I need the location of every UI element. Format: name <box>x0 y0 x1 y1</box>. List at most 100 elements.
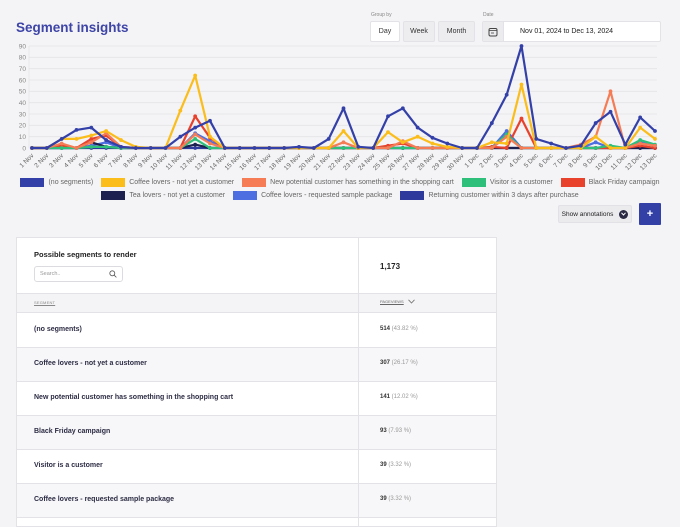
data-point[interactable] <box>445 141 450 146</box>
sort-chevron-icon[interactable] <box>407 299 415 304</box>
data-point[interactable] <box>163 146 168 150</box>
data-point[interactable] <box>178 134 183 139</box>
data-point[interactable] <box>89 140 94 145</box>
table-row[interactable]: Coffee lovers - requested sample package… <box>17 484 496 518</box>
data-point[interactable] <box>638 125 643 130</box>
column-pageviews[interactable]: PAGEVIEWS <box>380 299 415 304</box>
data-point[interactable] <box>653 143 657 148</box>
data-point[interactable] <box>208 146 212 150</box>
data-point[interactable] <box>504 141 509 146</box>
show-annotations-button[interactable]: Show annotations <box>558 205 632 223</box>
data-point[interactable] <box>193 125 198 130</box>
data-point[interactable] <box>193 73 198 78</box>
data-point[interactable] <box>415 125 420 130</box>
data-point[interactable] <box>549 146 554 150</box>
data-point[interactable] <box>593 121 598 125</box>
data-point[interactable] <box>222 146 227 150</box>
add-annotation-button[interactable]: + <box>639 203 661 225</box>
data-point[interactable] <box>386 130 390 135</box>
data-point[interactable] <box>653 129 657 133</box>
data-point[interactable] <box>400 106 405 111</box>
data-point[interactable] <box>430 141 435 146</box>
data-point[interactable] <box>89 125 94 130</box>
data-point[interactable] <box>356 144 361 149</box>
data-point[interactable] <box>386 146 390 150</box>
data-point[interactable] <box>623 146 628 150</box>
data-point[interactable] <box>608 89 613 94</box>
data-point[interactable] <box>415 134 420 139</box>
data-point[interactable] <box>504 146 509 150</box>
data-point[interactable] <box>534 146 539 150</box>
data-point[interactable] <box>282 146 287 150</box>
data-point[interactable] <box>519 146 524 150</box>
data-point[interactable] <box>208 118 212 123</box>
data-point[interactable] <box>104 138 109 142</box>
data-point[interactable] <box>519 82 524 87</box>
data-point[interactable] <box>104 129 109 133</box>
table-row[interactable]: Coffee lovers - not yet a customer 307 (2… <box>17 348 496 382</box>
data-point[interactable] <box>74 127 79 132</box>
data-point[interactable] <box>252 146 257 150</box>
legend-item[interactable]: Returning customer within 3 days after p… <box>400 190 579 200</box>
data-point[interactable] <box>430 135 435 140</box>
search-input[interactable] <box>40 271 100 277</box>
data-point[interactable] <box>59 141 64 146</box>
data-point[interactable] <box>193 142 198 147</box>
data-point[interactable] <box>371 146 376 150</box>
table-row[interactable]: (no segments) 514 (43.82 %) <box>17 314 496 348</box>
data-point[interactable] <box>297 144 301 149</box>
data-point[interactable] <box>593 134 598 139</box>
data-point[interactable] <box>653 137 657 141</box>
data-point[interactable] <box>445 144 450 149</box>
data-point[interactable] <box>208 141 212 146</box>
data-point[interactable] <box>534 137 539 141</box>
legend-item[interactable]: New potential customer has something in … <box>242 177 454 187</box>
data-point[interactable] <box>193 132 198 137</box>
data-point[interactable] <box>638 141 643 146</box>
data-point[interactable] <box>326 146 331 150</box>
legend-item[interactable]: Visitor is a customer <box>461 177 553 187</box>
data-point[interactable] <box>30 146 34 150</box>
data-point[interactable] <box>519 44 524 48</box>
data-point[interactable] <box>74 146 79 150</box>
data-point[interactable] <box>608 146 613 150</box>
data-point[interactable] <box>430 146 435 150</box>
data-point[interactable] <box>415 146 420 150</box>
data-point[interactable] <box>89 133 94 138</box>
data-point[interactable] <box>504 129 509 133</box>
data-point[interactable] <box>489 140 494 145</box>
data-point[interactable] <box>104 144 109 149</box>
search-box[interactable] <box>34 266 123 282</box>
data-point[interactable] <box>386 114 390 119</box>
data-point[interactable] <box>178 146 183 150</box>
data-point[interactable] <box>489 121 494 125</box>
data-point[interactable] <box>593 140 598 145</box>
data-point[interactable] <box>178 108 183 113</box>
data-point[interactable] <box>148 146 153 150</box>
data-point[interactable] <box>475 146 479 150</box>
data-point[interactable] <box>400 140 405 145</box>
legend-item[interactable]: (no segments) <box>20 177 93 187</box>
data-point[interactable] <box>267 146 272 150</box>
data-point[interactable] <box>638 115 643 120</box>
data-point[interactable] <box>74 137 79 141</box>
legend-item[interactable]: Coffee lovers - requested sample package <box>233 190 392 200</box>
data-point[interactable] <box>89 144 94 149</box>
data-point[interactable] <box>564 146 568 150</box>
data-point[interactable] <box>193 114 198 119</box>
data-point[interactable] <box>193 137 198 141</box>
data-point[interactable] <box>59 146 64 150</box>
data-point[interactable] <box>638 138 643 142</box>
column-segment[interactable]: SEGMENT <box>34 300 55 305</box>
legend-item[interactable]: Black Friday campaign <box>560 177 660 187</box>
search-icon[interactable] <box>109 270 117 278</box>
table-row[interactable]: Visitor is a customer 39 (3.32 %) <box>17 450 496 484</box>
data-point[interactable] <box>460 146 465 150</box>
data-point[interactable] <box>489 146 494 150</box>
data-point[interactable] <box>208 134 212 139</box>
data-point[interactable] <box>44 146 49 150</box>
legend-item[interactable]: Tea lovers - not yet a customer <box>101 190 225 200</box>
data-point[interactable] <box>193 146 198 150</box>
data-point[interactable] <box>593 146 598 150</box>
data-point[interactable] <box>237 146 242 150</box>
